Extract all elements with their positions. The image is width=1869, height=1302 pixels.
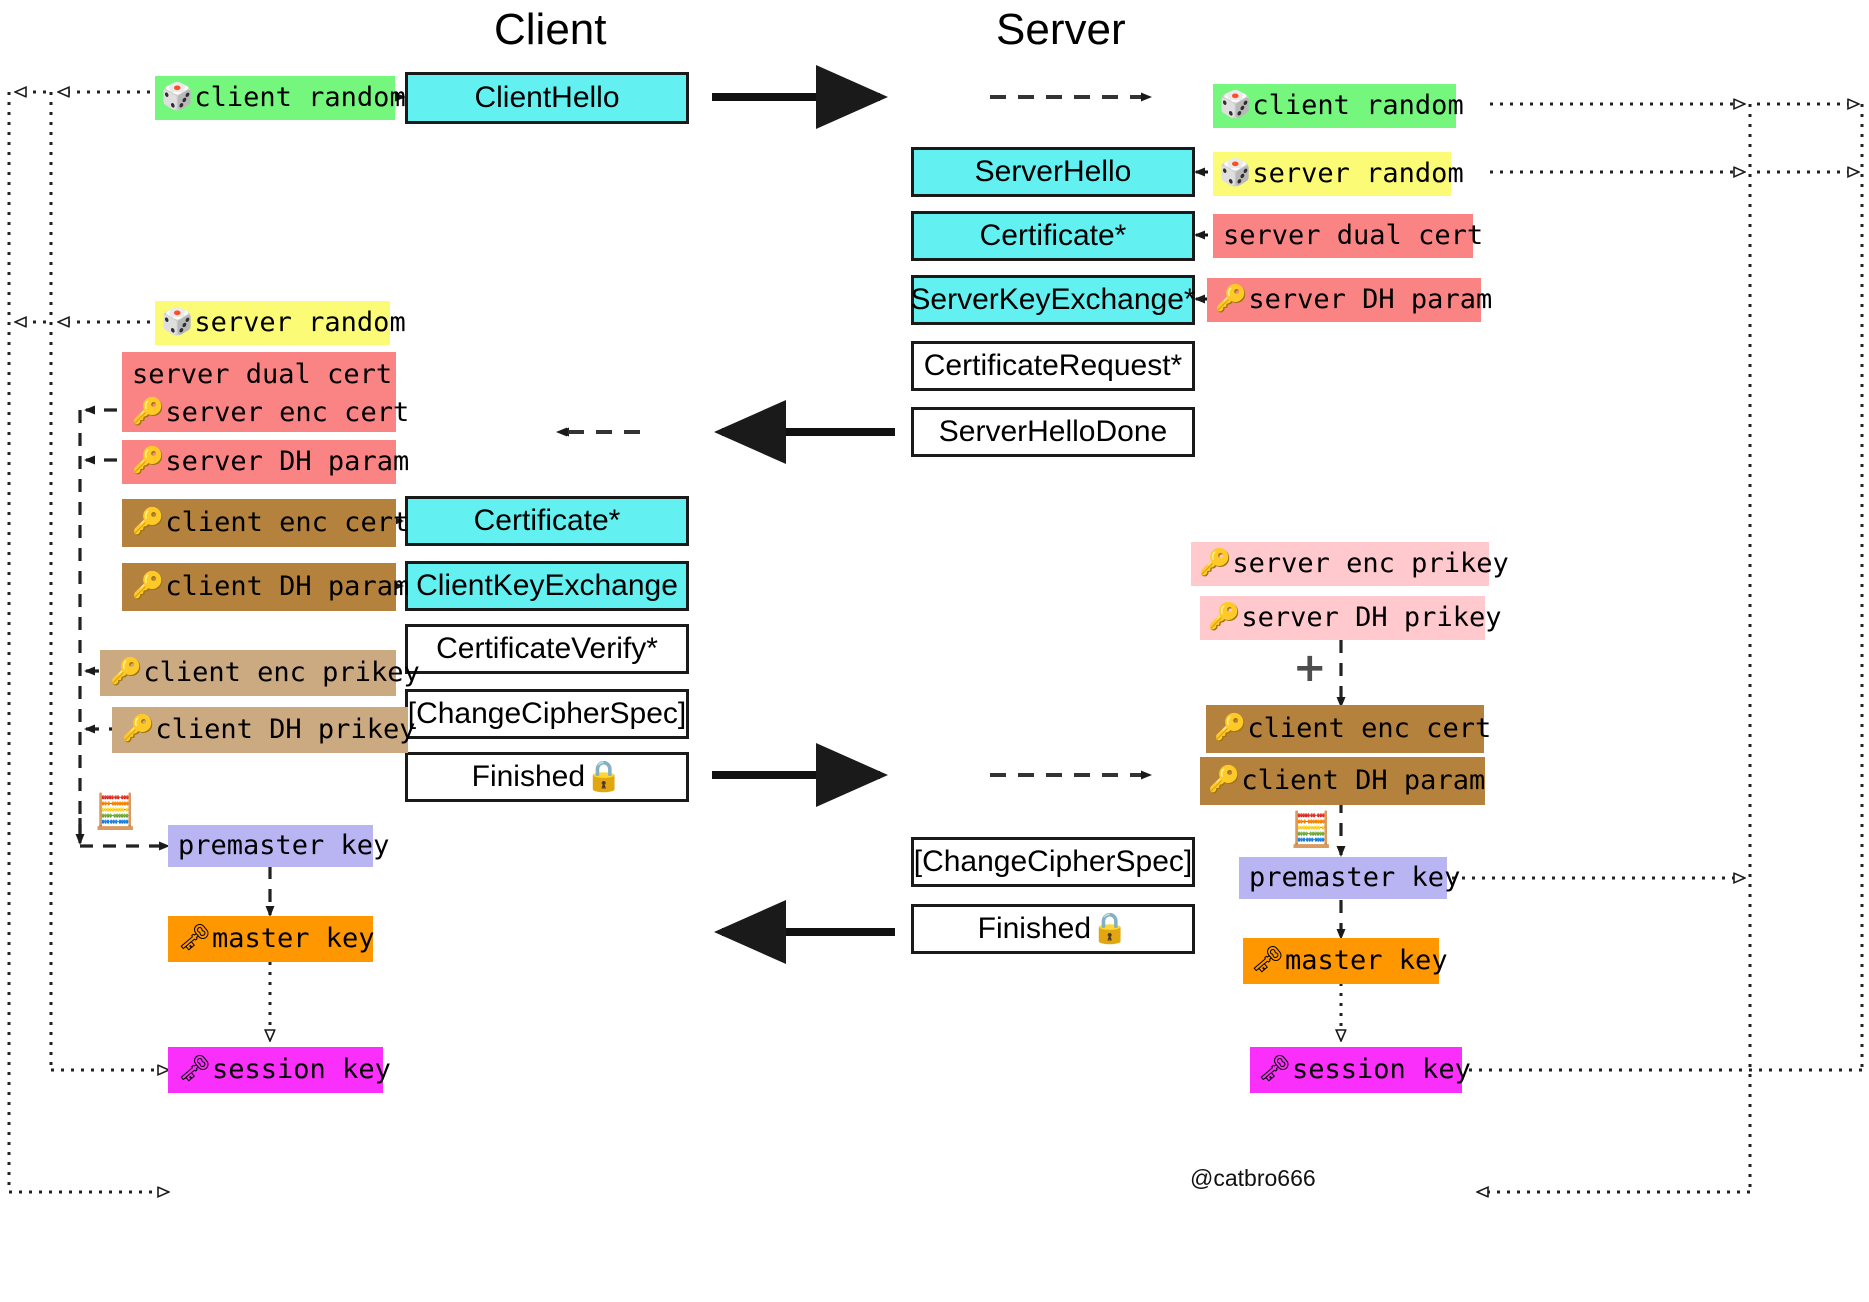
key-icon: 🔑 [132,397,165,428]
dice-icon: 🎲 [1219,158,1252,189]
client-chip-server-random: 🎲 server random [155,301,406,345]
chip-label: client DH param [1241,764,1486,796]
chip-label: server enc prikey [1232,547,1509,579]
chip-label: server random [1252,157,1464,189]
server-chip-master-key: 🗝 master key [1243,938,1448,984]
server-message-certificaterequest[interactable]: CertificateRequest* [911,341,1195,391]
key-icon: 🔑 [1215,284,1248,315]
chip-label: premaster key [178,829,390,861]
client-chip-client-dh-param: 🔑 client DH param [122,563,409,611]
chip-label: server random [194,306,406,338]
old-key-icon: 🗝 [178,1054,212,1085]
client-chip-client-enc-prikey: 🔑 client enc prikey [100,650,420,696]
client-message-clientkeyexchange[interactable]: ClientKeyExchange [405,561,689,611]
server-message-changecipherspec[interactable]: [ChangeCipherSpec] [911,837,1195,887]
client-message-certificateverify[interactable]: CertificateVerify* [405,624,689,674]
chip-label: server DH param [1248,283,1493,315]
server-chip-client-random: 🎲 client random [1213,84,1464,128]
chip-label: server dual cert [1223,219,1484,251]
client-chip-session-key: 🗝 session key [168,1047,391,1093]
chip-label: master key [1285,944,1448,976]
tls-handshake-diagram: Client Server ClientHello Certificate* C… [0,0,1869,1302]
server-message-serverhello[interactable]: ServerHello [911,147,1195,197]
key-icon: 🔑 [1208,602,1241,633]
client-chip-server-certs: server dual cert 🔑 server enc cert [122,352,409,432]
server-chip-server-random: 🎲 server random [1213,152,1464,196]
chip-label: server DH param [165,445,410,477]
client-chip-server-enc-cert: 🔑 server enc cert [132,394,409,432]
chip-label: client enc cert [165,506,410,538]
client-chip-premaster-key: premaster key [168,825,389,867]
client-chip-client-random: 🎲 client random [155,76,406,120]
chip-label: server enc cert [165,396,410,428]
abacus-icon-client: 🧮 [94,792,137,832]
client-chip-client-dh-prikey: 🔑 client DH prikey [112,707,415,753]
server-chip-server-dh-param: 🔑 server DH param [1207,278,1492,322]
key-icon: 🔑 [132,446,165,477]
key-icon: 🔑 [1208,765,1241,796]
chip-label: client DH prikey [155,713,416,745]
page-title-client: Client [494,5,607,54]
dice-icon: 🎲 [161,307,194,338]
server-chip-premaster-key: premaster key [1239,857,1460,899]
key-icon: 🔑 [132,571,165,602]
watermark: @catbro666 [1190,1165,1316,1191]
server-message-serverhellodone[interactable]: ServerHelloDone [911,407,1195,457]
dice-icon: 🎲 [1219,90,1252,121]
server-chip-client-enc-cert: 🔑 client enc cert [1206,705,1491,753]
server-chip-session-key: 🗝 session key [1250,1047,1471,1093]
client-message-clienthello[interactable]: ClientHello [405,72,689,124]
key-icon: 🔑 [122,714,155,745]
old-key-icon: 🗝 [1258,1054,1292,1085]
server-message-serverkeyexchange[interactable]: ServerKeyExchange* [910,275,1196,325]
key-icon: 🔑 [1199,548,1232,579]
old-key-icon: 🗝 [178,923,212,954]
page-title-server: Server [996,5,1126,54]
plus-icon: + [1293,645,1327,691]
server-message-finished[interactable]: Finished🔒 [911,904,1195,954]
chip-label: session key [1292,1053,1471,1085]
server-chip-server-dh-prikey: 🔑 server DH prikey [1200,596,1501,640]
chip-label: master key [212,922,375,954]
server-message-certificate[interactable]: Certificate* [911,211,1195,261]
client-chip-master-key: 🗝 master key [168,916,375,962]
key-icon: 🔑 [1214,713,1247,744]
chip-label: client DH param [165,570,410,602]
chip-label: server DH prikey [1241,601,1502,633]
client-message-certificate[interactable]: Certificate* [405,496,689,546]
server-chip-server-enc-prikey: 🔑 server enc prikey [1191,542,1509,586]
client-chip-server-dh-param: 🔑 server DH param [122,440,409,484]
abacus-icon-server: 🧮 [1290,810,1333,850]
dice-icon: 🎲 [161,82,194,113]
key-icon: 🔑 [132,507,165,538]
client-message-finished[interactable]: Finished🔒 [405,752,689,802]
key-icon: 🔑 [110,657,143,688]
chip-label: client random [194,81,406,113]
chip-label: client enc cert [1247,712,1492,744]
old-key-icon: 🗝 [1251,945,1285,976]
client-message-changecipherspec[interactable]: [ChangeCipherSpec] [405,689,689,739]
client-chip-client-enc-cert: 🔑 client enc cert [122,499,409,547]
server-chip-client-dh-param: 🔑 client DH param [1200,757,1485,805]
chip-label: server dual cert [132,358,393,390]
chip-label: client enc prikey [143,656,420,688]
chip-label: session key [212,1053,391,1085]
chip-label: client random [1252,89,1464,121]
client-chip-server-dual-cert: server dual cert [132,356,396,394]
chip-label: premaster key [1249,861,1461,893]
server-chip-server-dual-cert: server dual cert [1213,214,1483,258]
